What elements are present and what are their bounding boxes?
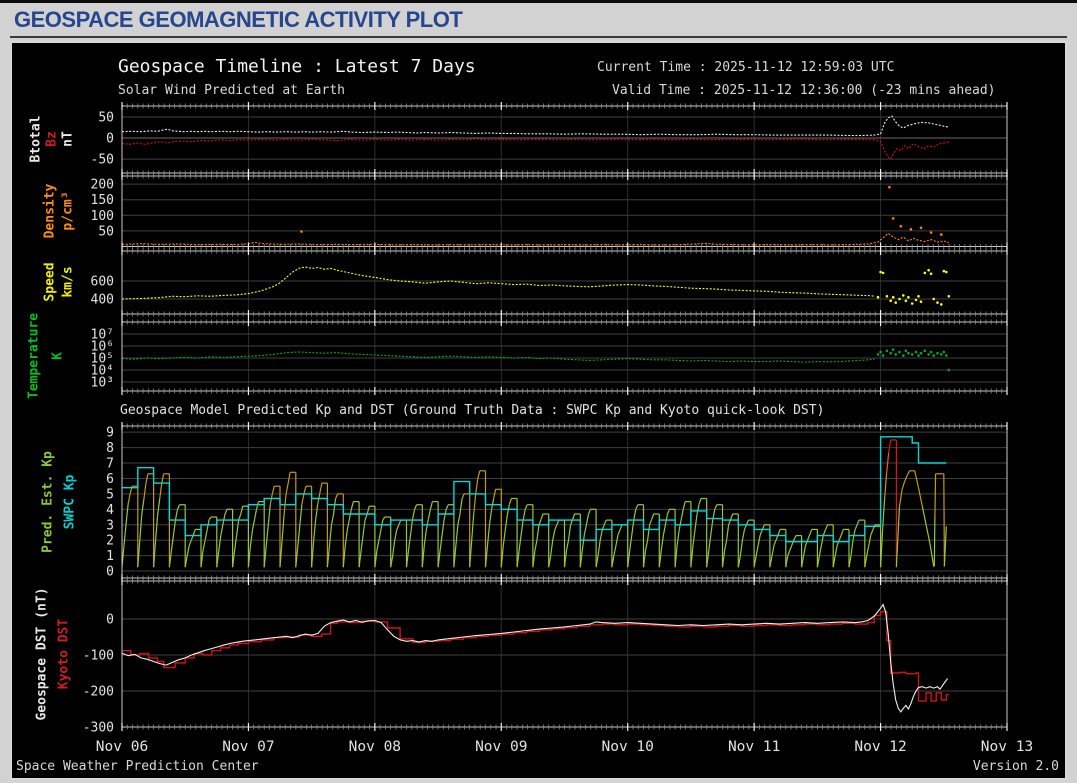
svg-text:-300: -300 bbox=[83, 721, 114, 736]
ylabel-swpc-kp: SWPC Kp bbox=[62, 474, 78, 530]
svg-text:Nov 13: Nov 13 bbox=[981, 739, 1033, 755]
ylabel-speed: Speed bbox=[42, 262, 58, 302]
svg-text:Nov 12: Nov 12 bbox=[854, 739, 906, 755]
ylabel-kyoto-dst: Kyoto DST bbox=[56, 618, 72, 690]
current-time-label: Current Time : 2025-11-12 12:59:03 UTC bbox=[597, 60, 895, 75]
svg-text:7: 7 bbox=[106, 457, 114, 472]
svg-text:100: 100 bbox=[91, 209, 114, 224]
svg-text:2: 2 bbox=[106, 534, 114, 549]
valid-time-label: Valid Time : 2025-11-12 12:36:00 (-23 mi… bbox=[612, 83, 996, 98]
panel-density: 20015010050 bbox=[91, 172, 1008, 251]
x-axis-day-labels: Nov 06 Nov 07 Nov 08 Nov 09 Nov 10 Nov 11 Nov … bbox=[96, 739, 1033, 755]
svg-text:Nov 11: Nov 11 bbox=[728, 739, 780, 755]
panel-bfield: 50 0 -50 bbox=[91, 102, 1008, 177]
panel-dst: 0 -100 -200 -300 bbox=[83, 577, 1008, 736]
svg-text:Nov 07: Nov 07 bbox=[222, 739, 274, 755]
ylabel-temperature-units: K bbox=[50, 352, 66, 360]
svg-text:-50: -50 bbox=[91, 153, 114, 168]
svg-text:9: 9 bbox=[106, 426, 114, 441]
plot-subtitle: Solar Wind Predicted at Earth bbox=[118, 83, 345, 98]
svg-text:Nov 09: Nov 09 bbox=[475, 739, 527, 755]
page: GEOSPACE GEOMAGNETIC ACTIVITY PLOT 50 0 -5… bbox=[0, 0, 1077, 783]
svg-text:-200: -200 bbox=[83, 685, 114, 700]
ylabel-speed-units: km/s bbox=[60, 266, 76, 298]
svg-text:Nov 08: Nov 08 bbox=[349, 739, 401, 755]
svg-text:0: 0 bbox=[106, 613, 114, 628]
svg-text:150: 150 bbox=[91, 193, 114, 208]
ylabel-density-units: p/cm³ bbox=[60, 191, 76, 231]
ylabel-nt: nT bbox=[60, 131, 76, 147]
svg-text:200: 200 bbox=[91, 178, 114, 193]
ylabel-temperature: Temperature bbox=[26, 312, 42, 400]
svg-text:Nov 10: Nov 10 bbox=[602, 739, 654, 755]
plot-frame: 50 0 -50 200 150 100 50 600 400 10⁷ 10⁶ 10⁵ 10⁴ 10³ 9 8… bbox=[10, 41, 1067, 780]
svg-text:50: 50 bbox=[98, 224, 114, 239]
panel-temp: 10⁷10⁶10⁵10⁴10³ bbox=[91, 318, 1008, 395]
ylabel-density: Density bbox=[42, 183, 58, 239]
svg-text:1: 1 bbox=[106, 549, 114, 564]
svg-text:600: 600 bbox=[91, 274, 114, 289]
panel-kp: 9876543210 bbox=[106, 422, 1008, 582]
kp-dst-section-title: Geospace Model Predicted Kp and DST (Gro… bbox=[120, 403, 825, 418]
svg-text:3: 3 bbox=[106, 518, 114, 533]
ylabel-pred-kp: Pred. Est. Kp bbox=[40, 451, 56, 553]
svg-text:Nov 06: Nov 06 bbox=[96, 739, 148, 755]
svg-text:8: 8 bbox=[106, 441, 114, 456]
page-header: GEOSPACE GEOMAGNETIC ACTIVITY PLOT bbox=[10, 3, 1067, 38]
ylabel-bz: Bz bbox=[44, 131, 60, 147]
ylabel-geospace-dst: Geospace DST (nT) bbox=[34, 587, 50, 721]
svg-text:-100: -100 bbox=[83, 649, 114, 664]
page-title: GEOSPACE GEOMAGNETIC ACTIVITY PLOT bbox=[14, 7, 463, 32]
svg-text:10³: 10³ bbox=[91, 376, 114, 391]
svg-text:400: 400 bbox=[91, 292, 114, 307]
ylabel-btotal: Btotal bbox=[28, 115, 44, 163]
panel-speed: 600400 bbox=[91, 247, 1008, 318]
svg-text:50: 50 bbox=[98, 110, 114, 125]
svg-text:4: 4 bbox=[106, 503, 114, 518]
footer-source: Space Weather Prediction Center bbox=[16, 759, 259, 774]
footer-version: Version 2.0 bbox=[972, 759, 1059, 774]
svg-text:0: 0 bbox=[106, 565, 114, 580]
svg-text:6: 6 bbox=[106, 472, 114, 487]
svg-text:5: 5 bbox=[106, 487, 114, 502]
svg-text:0: 0 bbox=[106, 132, 114, 147]
plot-title: Geospace Timeline : Latest 7 Days bbox=[118, 56, 476, 77]
